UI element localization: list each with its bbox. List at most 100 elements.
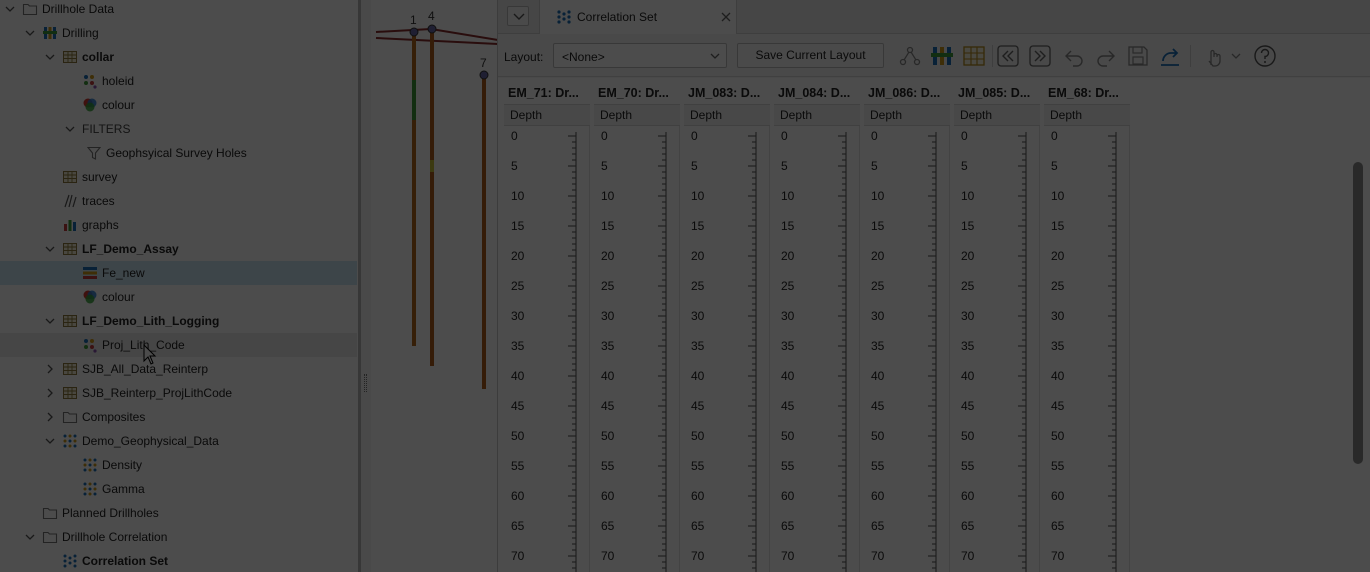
tree-item-gamma[interactable]: Gamma [0, 477, 357, 501]
export-button[interactable] [1157, 43, 1183, 69]
correlation-column[interactable]: EM_71: Dr... Depth 0 5 10 15 20 25 30 35 40 45 50 55 6… [504, 78, 590, 572]
depth-tick-label: 15 [781, 219, 795, 233]
depth-tick-label: 20 [691, 249, 705, 263]
undo-button[interactable] [1061, 43, 1087, 69]
tree-item-drillhole-correlation[interactable]: Drillhole Correlation [0, 525, 357, 549]
move-left-button[interactable] [995, 43, 1021, 69]
scene-canvas[interactable]: 1 4 7 [371, 0, 498, 572]
scene-view[interactable]: 1 4 7 [371, 0, 498, 572]
tree-item-demo-geophysical-data[interactable]: Demo_Geophysical_Data [0, 429, 357, 453]
tree-item-colour[interactable]: colour [0, 93, 357, 117]
tree-item-correlation-set[interactable]: Correlation Set [0, 549, 357, 572]
move-right-button[interactable] [1027, 43, 1053, 69]
chevron-down-icon[interactable] [44, 435, 56, 447]
correlation-column[interactable]: EM_68: Dr... Depth 0 5 10 15 20 25 30 35 40 45 50 55 6… [1044, 78, 1130, 572]
depth-tick-label: 50 [511, 429, 525, 443]
column-title[interactable]: JM_084: D... [774, 82, 860, 104]
correlation-content[interactable]: EM_71: Dr... Depth 0 5 10 15 20 25 30 35 40 45 50 55 6… [498, 78, 1370, 572]
depth-header: Depth [774, 104, 860, 126]
depth-track[interactable]: 0 5 10 15 20 25 30 35 40 45 50 55 60 65 70 [1044, 126, 1130, 572]
collar-marker[interactable] [479, 70, 489, 80]
depth-tick-label: 60 [1051, 489, 1065, 503]
tree-item-filters[interactable]: FILTERS [0, 117, 357, 141]
tree-item-drilling[interactable]: Drilling [0, 21, 357, 45]
tree-item-traces[interactable]: traces [0, 189, 357, 213]
tree-item-proj-lith-code[interactable]: Proj_Lith_Code [0, 333, 357, 357]
save-current-layout-button[interactable]: Save Current Layout [737, 43, 884, 68]
correlation-column[interactable]: EM_70: Dr... Depth 0 5 10 15 20 25 30 35 40 45 50 55 6… [594, 78, 680, 572]
close-icon[interactable] [720, 11, 732, 23]
hole-selection-button[interactable] [897, 43, 923, 69]
column-title[interactable]: EM_70: Dr... [594, 82, 680, 104]
panel-splitter[interactable] [361, 0, 371, 572]
column-title[interactable]: JM_086: D... [864, 82, 950, 104]
table-view-button[interactable] [961, 43, 987, 69]
collar-marker[interactable] [427, 24, 437, 34]
depth-tick-label: 35 [871, 339, 885, 353]
chevron-down-icon[interactable] [24, 531, 36, 543]
column-title[interactable]: EM_71: Dr... [504, 82, 590, 104]
drillhole-trace-4[interactable] [430, 30, 434, 366]
save-button[interactable] [1125, 43, 1151, 69]
project-tree[interactable]: Drillhole Data Drilling collar holeid colour… [0, 0, 358, 572]
tree-item-composites[interactable]: Composites [0, 405, 357, 429]
chevron-down-icon[interactable] [64, 123, 76, 135]
correlation-column[interactable]: JM_084: D... Depth 0 5 10 15 20 25 30 35 40 45 50 55 6… [774, 78, 860, 572]
tree-item-fe-new[interactable]: Fe_new [0, 261, 357, 285]
chevron-right-icon[interactable] [44, 411, 56, 423]
correlation-set-icon [62, 553, 78, 569]
layout-select[interactable]: <None> [553, 43, 727, 68]
depth-tick-label: 45 [1051, 399, 1065, 413]
help-button[interactable] [1252, 43, 1278, 69]
tree-item-holeid[interactable]: holeid [0, 69, 357, 93]
tree-item-label: survey [82, 170, 118, 184]
chevron-down-icon[interactable] [44, 315, 56, 327]
tree-item-sjb-all-data-reinterp[interactable]: SJB_All_Data_Reinterp [0, 357, 357, 381]
drillhole-trace-1[interactable] [412, 32, 416, 346]
splitter-grip[interactable] [364, 374, 367, 392]
correlation-column[interactable]: JM_083: D... Depth 0 5 10 15 20 25 30 35 40 45 50 55 6… [684, 78, 770, 572]
depth-tick-label: 5 [511, 159, 518, 173]
drillhole-trace-7[interactable] [482, 75, 486, 389]
chevron-down-icon[interactable] [44, 243, 56, 255]
tree-item-lf-demo-lith-logging[interactable]: LF_Demo_Lith_Logging [0, 309, 357, 333]
tree-item-graphs[interactable]: graphs [0, 213, 357, 237]
tree-item-drillhole-data[interactable]: Drillhole Data [0, 0, 357, 21]
layout-select-value: <None> [562, 50, 605, 64]
tab-correlation-set[interactable]: Correlation Set [539, 0, 737, 34]
chevron-down-icon [710, 53, 720, 59]
column-title[interactable]: JM_085: D... [954, 82, 1040, 104]
tree-item-collar[interactable]: collar [0, 45, 357, 69]
depth-track[interactable]: 0 5 10 15 20 25 30 35 40 45 50 55 60 65 70 [864, 126, 950, 572]
tree-item-colour[interactable]: colour [0, 285, 357, 309]
tab-list-dropdown[interactable] [507, 6, 529, 26]
chevron-right-icon[interactable] [44, 387, 56, 399]
redo-button[interactable] [1093, 43, 1119, 69]
tree-item-geophsyical-survey-holes[interactable]: Geophsyical Survey Holes [0, 141, 357, 165]
depth-track[interactable]: 0 5 10 15 20 25 30 35 40 45 50 55 60 65 70 [684, 126, 770, 572]
collar-marker[interactable] [409, 27, 419, 37]
chevron-right-icon[interactable] [44, 363, 56, 375]
column-title[interactable]: JM_083: D... [684, 82, 770, 104]
depth-track[interactable]: 0 5 10 15 20 25 30 35 40 45 50 55 60 65 70 [594, 126, 680, 572]
points-icon [82, 457, 98, 473]
correlation-column[interactable]: JM_086: D... Depth 0 5 10 15 20 25 30 35 40 45 50 55 6… [864, 78, 950, 572]
depth-tick-label: 15 [601, 219, 615, 233]
chevron-down-icon[interactable] [24, 27, 36, 39]
tree-item-sjb-reinterp-projlithcode[interactable]: SJB_Reinterp_ProjLithCode [0, 381, 357, 405]
tree-item-planned-drillholes[interactable]: Planned Drillholes [0, 501, 357, 525]
tree-item-survey[interactable]: survey [0, 165, 357, 189]
depth-track[interactable]: 0 5 10 15 20 25 30 35 40 45 50 55 60 65 70 [774, 126, 860, 572]
depth-track[interactable]: 0 5 10 15 20 25 30 35 40 45 50 55 60 65 70 [954, 126, 1040, 572]
interaction-mode-dropdown[interactable] [1229, 43, 1243, 69]
chevron-down-icon[interactable] [4, 3, 16, 15]
tree-item-lf-demo-assay[interactable]: LF_Demo_Assay [0, 237, 357, 261]
vertical-scrollbar[interactable] [1353, 162, 1363, 464]
chevron-down-icon[interactable] [44, 51, 56, 63]
interaction-mode-button[interactable] [1201, 43, 1227, 69]
correlation-column[interactable]: JM_085: D... Depth 0 5 10 15 20 25 30 35 40 45 50 55 6… [954, 78, 1040, 572]
tree-item-density[interactable]: Density [0, 453, 357, 477]
depth-track[interactable]: 0 5 10 15 20 25 30 35 40 45 50 55 60 65 70 [504, 126, 590, 572]
add-columns-button[interactable] [929, 43, 955, 69]
column-title[interactable]: EM_68: Dr... [1044, 82, 1130, 104]
